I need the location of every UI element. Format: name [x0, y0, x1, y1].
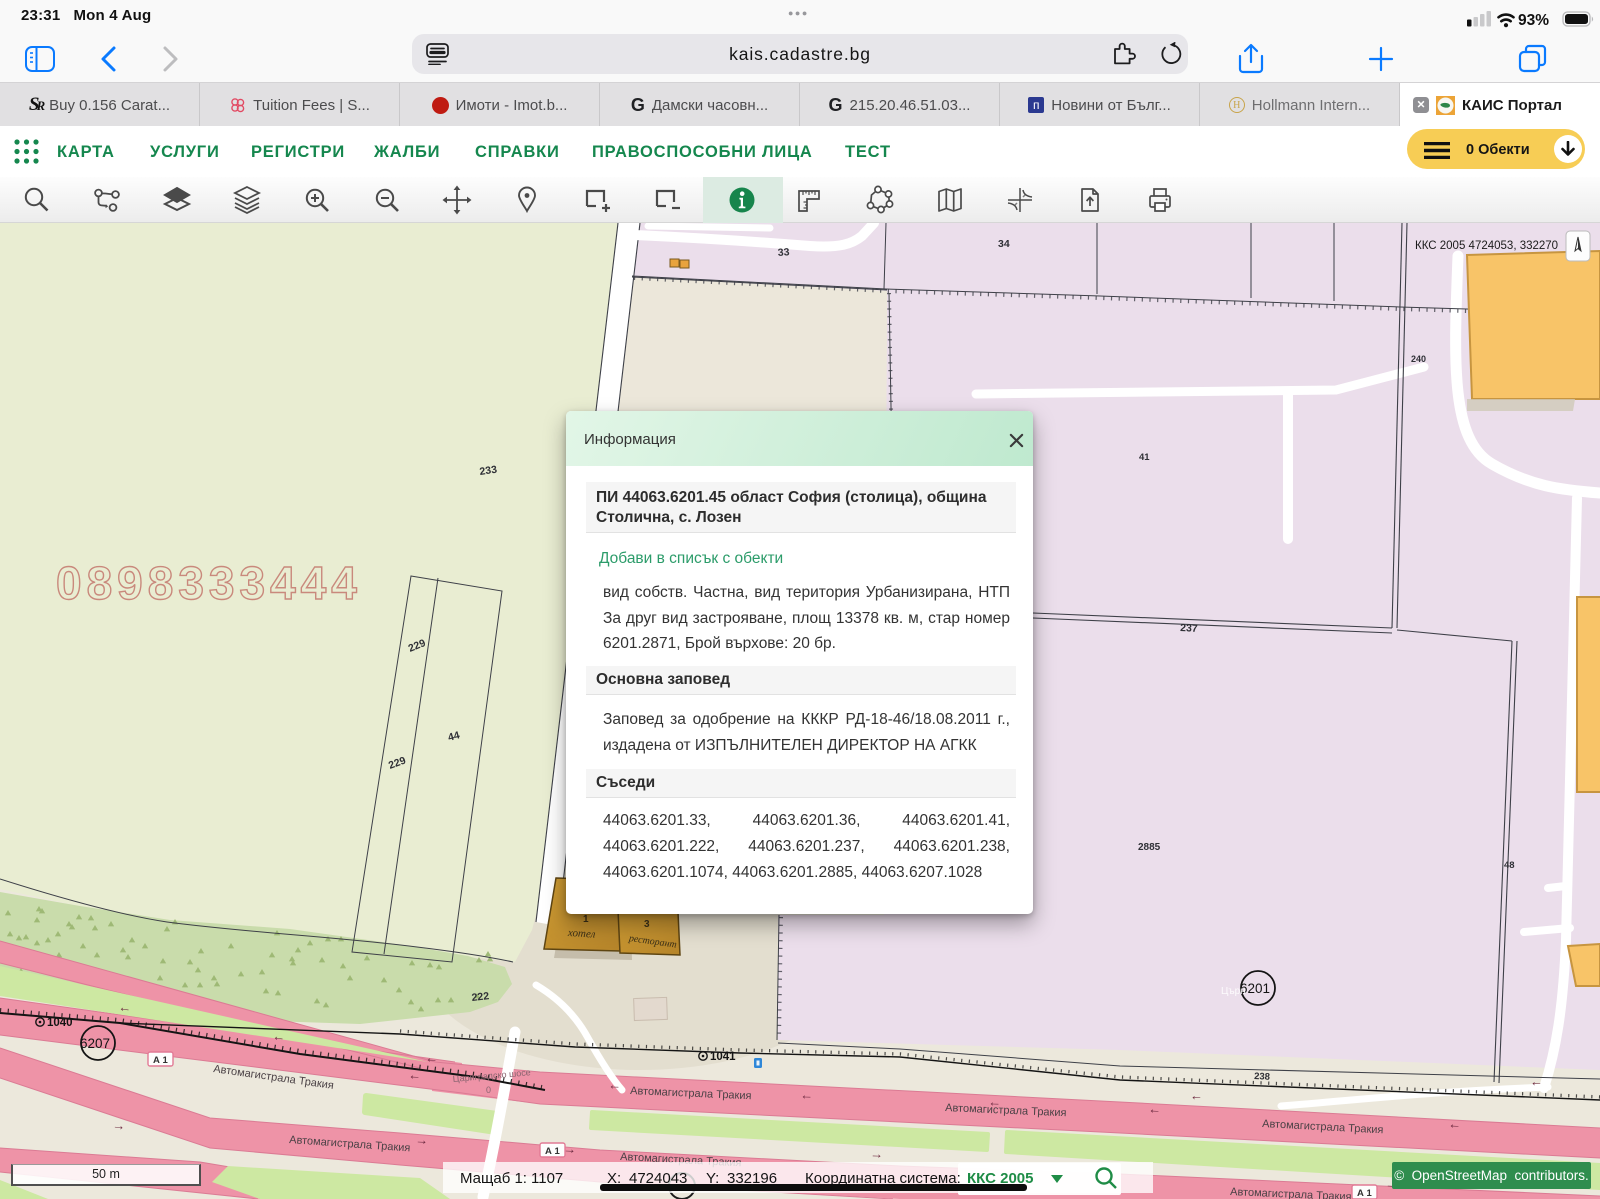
svg-text:←: ← [1190, 1088, 1204, 1103]
svg-text:←: ← [408, 1067, 422, 1083]
svg-text:1041: 1041 [710, 1051, 736, 1063]
svg-text:0: 0 [486, 1085, 491, 1095]
svg-text:←: ← [800, 1087, 814, 1102]
svg-text:Църн: Църн [1221, 986, 1246, 997]
svg-text:238: 238 [1254, 1071, 1270, 1083]
svg-text:3: 3 [644, 919, 650, 930]
svg-text:33: 33 [777, 246, 790, 259]
svg-text:→: → [563, 1141, 577, 1157]
svg-text:←: ← [425, 1050, 439, 1066]
svg-text:6207: 6207 [80, 1036, 110, 1051]
svg-text:34: 34 [998, 238, 1010, 250]
svg-text:41: 41 [1139, 452, 1150, 463]
svg-text:А 1: А 1 [153, 1055, 169, 1066]
svg-text:237: 237 [1180, 622, 1198, 635]
svg-text:→: → [870, 1146, 884, 1161]
svg-text:←: ← [1448, 1116, 1462, 1132]
svg-text:А 1: А 1 [1357, 1188, 1373, 1199]
svg-text:1: 1 [583, 914, 589, 925]
svg-text:→: → [415, 1132, 429, 1148]
svg-text:93%: 93% [1518, 12, 1549, 29]
svg-text:←: ← [1530, 1074, 1544, 1089]
svg-text:←: ← [118, 999, 132, 1015]
svg-text:←: ← [1148, 1101, 1162, 1117]
svg-text:1040: 1040 [47, 1017, 73, 1029]
svg-text:48: 48 [1504, 860, 1515, 871]
svg-text:А 1: А 1 [545, 1146, 561, 1157]
svg-text:←: ← [988, 1094, 1002, 1109]
svg-text:222: 222 [471, 990, 490, 1004]
svg-text:ККС 2005 4724053, 332270: ККС 2005 4724053, 332270 [1415, 240, 1558, 252]
svg-text:←: ← [272, 1028, 286, 1044]
svg-text:0898333444: 0898333444 [56, 557, 362, 609]
svg-text:233: 233 [479, 464, 498, 478]
svg-text:←: ← [608, 1077, 622, 1092]
svg-text:2885: 2885 [1138, 842, 1161, 853]
svg-text:хотел: хотел [567, 927, 596, 941]
svg-text:240: 240 [1411, 354, 1426, 364]
